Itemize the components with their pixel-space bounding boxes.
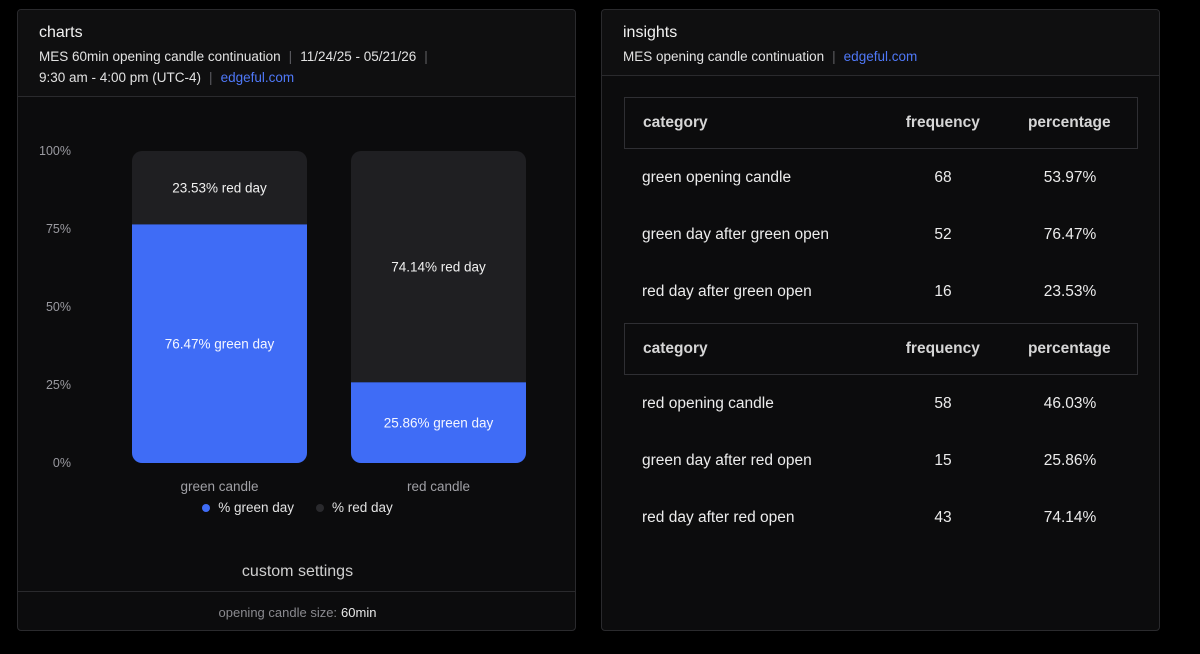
insights-subtitle-text: MES opening candle continuation — [623, 49, 825, 64]
header-percentage: percentage — [1027, 340, 1111, 357]
legend-label-green-day: % green day — [218, 500, 294, 515]
table-row: green opening candle 68 53.97% — [642, 168, 1097, 186]
insights-title: insights — [623, 24, 678, 41]
table-row: red day after red open 43 74.14% — [642, 508, 1097, 526]
edgeful-link[interactable]: edgeful.com — [221, 70, 295, 85]
custom-settings-title: custom settings — [241, 563, 354, 580]
table-row: red day after green open 16 23.53% — [642, 282, 1097, 300]
table-header-2: category frequency percentage — [624, 323, 1138, 375]
legend-dot-red-day — [316, 503, 324, 512]
y-tick-label: 75% — [46, 222, 71, 236]
legend-label-red-day: % red day — [332, 500, 393, 515]
legend-dot-green-day — [202, 503, 211, 512]
legend-item-red-day[interactable]: % red day — [316, 500, 393, 515]
insights-table: category frequency percentage green open… — [624, 97, 1138, 546]
insights-subtitle: MES opening candle continuation | edgeful.… — [623, 49, 918, 64]
data-label-green-day: 25.86% green day — [384, 416, 494, 431]
chart-legend: % green day % red day — [18, 500, 575, 515]
subtitle-date-range: 11/24/25 - 05/21/26 — [300, 49, 417, 64]
data-label-red-day: 23.53% red day — [172, 181, 267, 196]
header-category: category — [643, 114, 708, 131]
subtitle-session-time: 9:30 am - 4:00 pm (UTC-4) — [39, 70, 202, 85]
header-percentage: percentage — [1027, 114, 1111, 131]
subtitle-description: MES 60min opening candle continuation — [39, 49, 281, 64]
header-category: category — [643, 340, 708, 357]
table-row: green day after red open 15 25.86% — [642, 451, 1097, 469]
charts-subtitle: MES 60min opening candle continuation | 11… — [39, 49, 428, 85]
insights-panel: insights MES opening candle continuation… — [601, 9, 1160, 631]
data-label-green-day: 76.47% green day — [165, 337, 275, 352]
y-tick-label: 100% — [39, 144, 71, 158]
data-label-red-day: 74.14% red day — [391, 260, 486, 275]
y-tick-label: 50% — [46, 300, 71, 314]
x-category-label: red candle — [407, 479, 470, 494]
header-frequency: frequency — [905, 340, 980, 357]
x-category-label: green candle — [180, 479, 258, 494]
charts-title: charts — [39, 24, 83, 41]
y-tick-label: 0% — [53, 456, 71, 470]
header-frequency: frequency — [905, 114, 980, 131]
chart-svg: 0% 25% 50% 75% 100% 23.53% red day 76.47% gree… — [39, 144, 526, 494]
stacked-bar-chart: 0% 25% 50% 75% 100% 23.53% red day 76.47% gree… — [18, 98, 575, 538]
y-tick-label: 25% — [46, 378, 71, 392]
table-row: green day after green open 52 76.47% — [642, 225, 1097, 243]
setting-label: opening candle size: — [218, 604, 338, 620]
setting-value: 60min — [341, 604, 377, 620]
charts-panel: charts MES 60min opening candle continua… — [17, 9, 576, 631]
charts-header: charts MES 60min opening candle continua… — [18, 10, 575, 97]
insights-edgeful-link[interactable]: edgeful.com — [844, 49, 918, 64]
insights-header: insights MES opening candle continuation… — [602, 10, 1159, 76]
custom-settings-footer: opening candle size: 60min — [18, 591, 575, 630]
table-header-1: category frequency percentage — [624, 97, 1138, 149]
legend-item-green-day[interactable]: % green day — [202, 500, 294, 515]
table-row: red opening candle 58 46.03% — [642, 394, 1097, 412]
